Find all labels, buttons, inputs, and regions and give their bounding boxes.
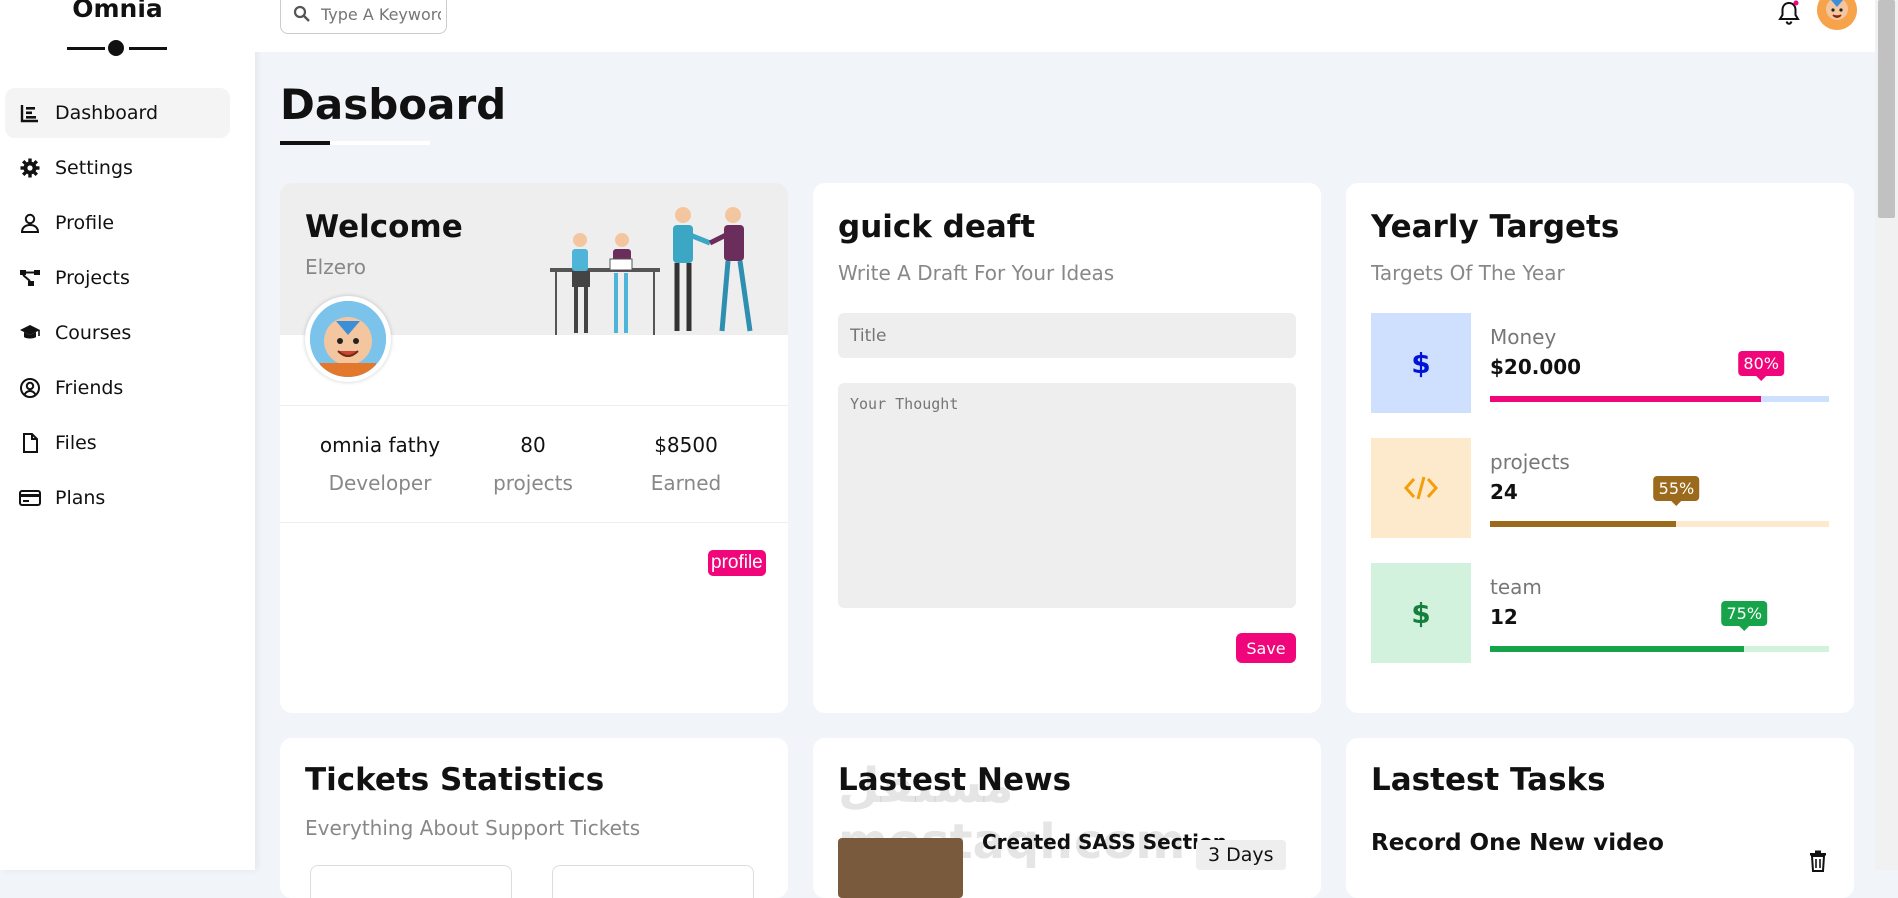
tickets-subtitle: Everything About Support Tickets (305, 816, 641, 840)
gear-icon (19, 157, 41, 179)
progress-bar: 75% (1490, 601, 1829, 652)
sidebar-item-label: Profile (55, 212, 115, 234)
sidebar-item-label: Files (55, 432, 97, 454)
dollar-icon: $ (1371, 313, 1471, 413)
target-label: team (1490, 575, 1542, 599)
svg-text:$: $ (1411, 347, 1430, 379)
target-value: 24 (1490, 480, 1518, 504)
stat-earned: $8500 Earned (650, 433, 722, 495)
progress-badge: 75% (1721, 601, 1768, 631)
target-label: projects (1490, 450, 1570, 474)
target-label: Money (1490, 325, 1557, 349)
stat-projects: 80 projects (493, 433, 573, 495)
scrollbar-thumb[interactable] (1878, 0, 1895, 218)
welcome-name: Elzero (305, 255, 367, 279)
sidebar-item-label: Settings (55, 157, 133, 179)
title-input[interactable] (838, 313, 1296, 358)
search-icon (293, 5, 310, 22)
progress-badge: 55% (1653, 476, 1700, 506)
search-box[interactable] (280, 0, 447, 34)
progress-bar: 80% (1490, 351, 1829, 402)
dollar-icon: $ (1371, 563, 1471, 663)
sidebar-item-files[interactable]: Files (5, 418, 230, 468)
sidebar: Omnia Dashboard Settings Profile Project… (0, 0, 255, 870)
thought-textarea[interactable] (838, 383, 1296, 608)
news-thumbnail (838, 838, 963, 898)
sidebar-item-projects[interactable]: Projects (5, 253, 230, 303)
progress-badge: 80% (1738, 351, 1784, 381)
targets-card: Yearly Targets Targets Of The Year $ Mon… (1346, 183, 1854, 713)
page-title: Dasboard (280, 80, 507, 129)
team-illustration-icon (550, 207, 753, 335)
sidebar-item-friends[interactable]: Friends (5, 363, 230, 413)
sidebar-item-label: Plans (55, 487, 106, 509)
brand-name: Omnia (72, 0, 163, 23)
topbar (255, 0, 1875, 52)
news-card: مستقل mostaql.com Lastest News Created S… (813, 738, 1321, 898)
target-projects: projects 24 55% (1371, 438, 1829, 538)
news-title: Lastest News (838, 762, 1072, 798)
graduation-cap-icon (19, 322, 41, 344)
tasks-card: Lastest Tasks Record One New video (1346, 738, 1854, 898)
welcome-title: Welcome (305, 209, 463, 245)
tasks-title: Lastest Tasks (1371, 762, 1606, 798)
save-button[interactable]: Save (1236, 633, 1296, 663)
svg-text:$: $ (1411, 597, 1430, 629)
divider (280, 522, 788, 523)
welcome-card: Welcome Elzero omnia fathy Developer 80 (280, 183, 788, 713)
divider (280, 405, 788, 406)
news-item-title: Created SASS Section (982, 830, 1227, 854)
stat-name: omnia fathy Developer (319, 433, 441, 495)
avatar (305, 296, 391, 382)
user-icon (19, 212, 41, 234)
progress-bar: 55% (1490, 476, 1829, 527)
diagram-icon (19, 267, 41, 289)
code-icon (1371, 438, 1471, 538)
target-value: 12 (1490, 605, 1518, 629)
scrollbar[interactable] (1875, 0, 1898, 870)
target-value: $20.000 (1490, 355, 1582, 379)
sidebar-item-courses[interactable]: Courses (5, 308, 230, 358)
bell-icon[interactable] (1777, 0, 1801, 26)
user-circle-icon (19, 377, 41, 399)
target-team: $ team 12 75% (1371, 563, 1829, 663)
sidebar-item-label: Projects (55, 267, 130, 289)
sidebar-item-dashboard[interactable]: Dashboard (5, 88, 230, 138)
trash-icon[interactable] (1808, 850, 1828, 872)
sidebar-item-label: Courses (55, 322, 132, 344)
brand-divider (67, 40, 167, 56)
chart-bar-icon (19, 102, 41, 124)
sidebar-item-plans[interactable]: Plans (5, 473, 230, 523)
sidebar-nav: Dashboard Settings Profile Projects Cour… (5, 88, 230, 528)
credit-card-icon (19, 487, 41, 509)
news-days-badge: 3 Days (1196, 840, 1286, 870)
targets-title: Yearly Targets (1371, 209, 1620, 245)
tickets-card: Tickets Statistics Everything About Supp… (280, 738, 788, 898)
draft-card: guick deaft Write A Draft For Your Ideas… (813, 183, 1321, 713)
file-icon (19, 432, 41, 454)
avatar[interactable] (1817, 0, 1857, 30)
draft-subtitle: Write A Draft For Your Ideas (838, 261, 1115, 285)
search-input[interactable] (319, 3, 443, 25)
sidebar-item-profile[interactable]: Profile (5, 198, 230, 248)
draft-title: guick deaft (838, 209, 1036, 245)
title-underline (280, 141, 430, 145)
task-item-title: Record One New video (1371, 830, 1664, 856)
sidebar-item-label: Friends (55, 377, 124, 399)
tickets-title: Tickets Statistics (305, 762, 605, 798)
sidebar-item-label: Dashboard (55, 102, 159, 124)
profile-button[interactable]: profile (708, 550, 766, 576)
target-money: $ Money $20.000 80% (1371, 313, 1829, 413)
sidebar-item-settings[interactable]: Settings (5, 143, 230, 193)
targets-subtitle: Targets Of The Year (1371, 261, 1565, 285)
